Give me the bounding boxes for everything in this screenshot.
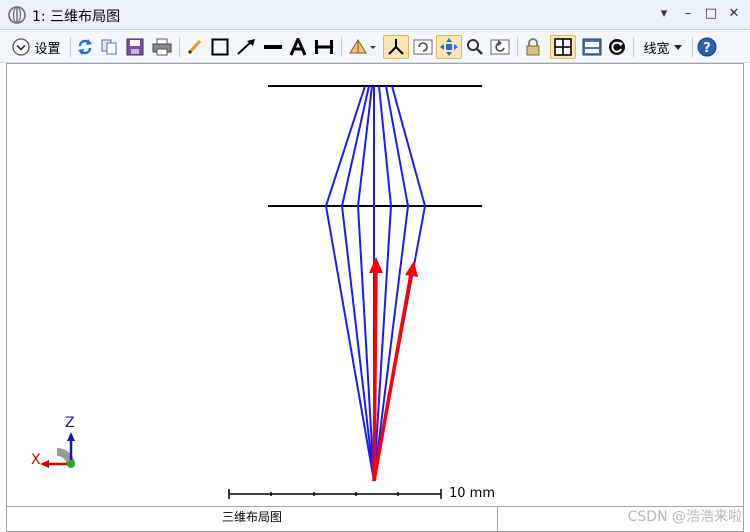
auto-update-button[interactable] [606,35,628,59]
lock-button[interactable] [522,35,544,59]
window-layout-button[interactable] [550,35,576,59]
power-cycle-icon [609,39,625,55]
toolbar-separator [70,37,71,57]
split-window-button[interactable] [580,35,604,59]
toolbar-separator [692,37,693,57]
split-window-icon [582,38,602,56]
arrow-line-icon [237,39,255,55]
layout-canvas[interactable]: 10 mm Z X [6,63,744,506]
chevron-down-icon [12,38,31,56]
toolbar-separator [633,37,634,57]
toolbar-separator [179,37,180,57]
magnifier-icon [467,39,483,55]
app-icon [8,6,26,24]
view-rotate-icon [349,39,376,54]
text-icon [289,38,307,56]
maximize-button[interactable]: □ [702,5,720,23]
line-tool-button[interactable] [261,35,285,59]
rectangle-tool-button[interactable] [209,35,231,59]
linewidth-label: 线宽 [643,41,670,57]
window-title: 1: 三维布局图 [32,9,121,25]
layout-drawing [40,85,482,499]
help-icon: ? [697,37,717,57]
save-icon [126,38,144,56]
copy-icon [101,39,117,55]
print-button[interactable] [150,35,174,59]
linewidth-dropdown[interactable]: 线宽 [638,35,688,59]
rotate-view-dropdown[interactable] [346,35,378,59]
arrow-tool-button[interactable] [234,35,258,59]
printer-icon [152,38,172,56]
dropdown-arrow-icon [673,45,682,50]
close-button[interactable]: ✕ [725,5,743,23]
reset-view-button[interactable] [488,35,512,59]
axes-view-button[interactable] [383,35,409,59]
text-tool-button[interactable] [287,35,309,59]
settings-button[interactable]: 设置 [6,35,66,59]
refresh-button[interactable] [74,35,96,59]
scale-bar-label: 10 mm [449,486,496,501]
toolbar: 设置 线宽 ? [0,31,750,63]
pan-button[interactable] [436,35,462,59]
rectangle-icon [211,38,229,56]
lock-icon [526,38,540,56]
axes-triad [40,432,75,468]
zoom-button[interactable] [464,35,486,59]
toolbar-separator [341,37,342,57]
pencil-icon [187,39,202,55]
line-icon [264,45,282,49]
view-refresh-button[interactable] [411,35,435,59]
x-axis-label: X [31,452,41,468]
settings-label: 设置 [34,41,61,57]
grid-window-icon [554,38,572,56]
axes-icon [388,39,404,55]
footer-caption: 三维布局图 [7,507,498,531]
refresh-icon [78,39,92,55]
pencil-tool-button[interactable] [184,35,206,59]
undo-view-icon [490,39,510,55]
scale-bar [228,489,442,499]
toolbar-separator [517,37,518,57]
svg-text:?: ? [703,41,711,56]
dimension-tool-button[interactable] [312,35,336,59]
save-button[interactable] [124,35,146,59]
copy-button[interactable] [98,35,120,59]
watermark: CSDN @浩浩来啦 [627,509,742,525]
help-button[interactable]: ? [696,35,718,59]
z-axis-label: Z [65,415,75,431]
window-titlebar: 1: 三维布局图 ▾ – □ ✕ [0,0,750,30]
minimize-button[interactable]: – [679,5,697,23]
window-menu-dropdown-icon[interactable]: ▾ [655,5,673,23]
view-refresh-icon [413,39,433,55]
pan-move-icon [440,38,458,56]
dimension-icon [315,40,333,54]
